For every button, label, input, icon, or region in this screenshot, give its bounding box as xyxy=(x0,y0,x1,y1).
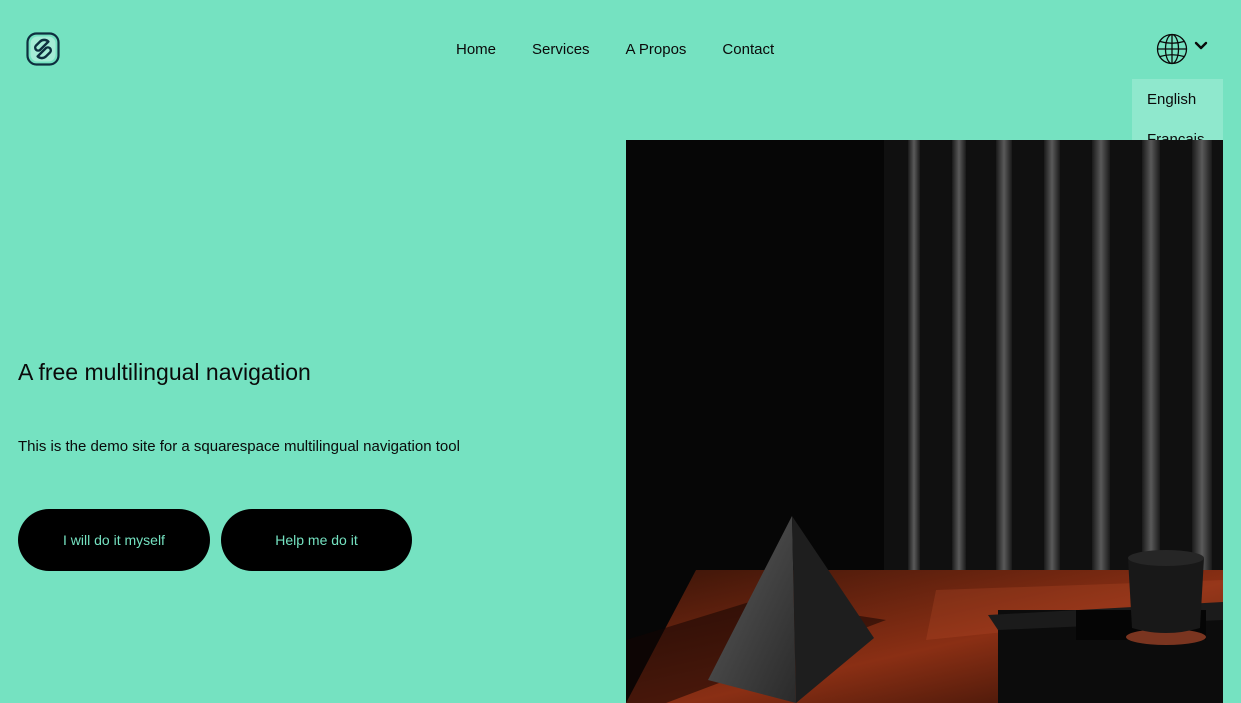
language-toggle[interactable] xyxy=(1155,32,1213,66)
help-me-button[interactable]: Help me do it xyxy=(221,509,412,571)
hero-image xyxy=(626,140,1223,703)
squarespace-logo-icon[interactable] xyxy=(26,32,60,66)
nav-services[interactable]: Services xyxy=(532,40,590,60)
hero-description: This is the demo site for a squarespace … xyxy=(18,438,460,455)
site-header: Home Services A Propos Contact English F… xyxy=(0,0,1241,159)
nav-contact[interactable]: Contact xyxy=(722,40,774,60)
do-it-myself-button[interactable]: I will do it myself xyxy=(18,509,210,571)
hero-title: A free multilingual navigation xyxy=(18,359,311,385)
nav-home[interactable]: Home xyxy=(456,40,496,60)
globe-icon xyxy=(1155,32,1189,66)
nav-a-propos[interactable]: A Propos xyxy=(626,40,687,60)
chevron-down-icon xyxy=(1193,38,1209,54)
main-nav: Home Services A Propos Contact xyxy=(456,40,774,60)
language-option-english[interactable]: English xyxy=(1147,90,1196,110)
